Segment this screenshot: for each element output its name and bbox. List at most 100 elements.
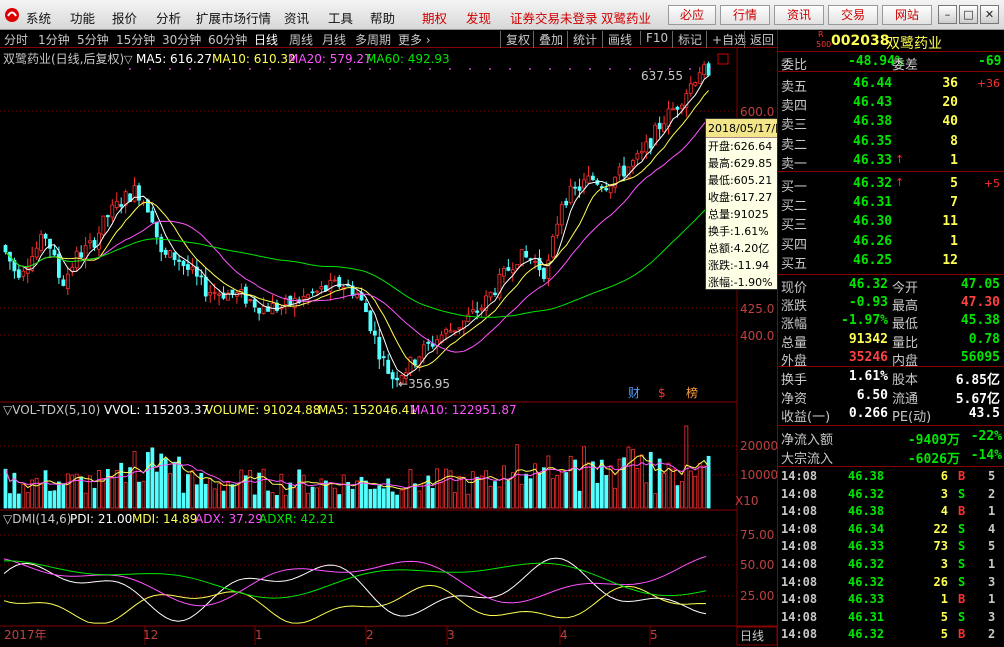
- stock-code: 002038: [831, 33, 890, 49]
- menu-tools[interactable]: 工具: [328, 8, 353, 27]
- event-marker-dot: [709, 68, 711, 70]
- period-tab-1min[interactable]: 1分钟: [38, 31, 70, 48]
- volume-bar: [475, 476, 480, 509]
- finance-marker[interactable]: 财: [628, 386, 640, 400]
- menu-options[interactable]: 期权: [422, 8, 447, 27]
- tick-row[interactable]: 14:08 46.38 6 B 5: [778, 469, 1004, 486]
- period-tab-weekly[interactable]: 周线: [289, 31, 313, 48]
- candle-body: [421, 344, 426, 359]
- buy-level-row[interactable]: 买三 46.30 11: [778, 213, 1004, 233]
- candle-body: [644, 141, 649, 153]
- period-tab-monthly[interactable]: 月线: [322, 31, 346, 48]
- tick-row[interactable]: 14:08 46.32 5 B 2: [778, 627, 1004, 644]
- mark-button[interactable]: 标记: [672, 31, 702, 48]
- adjust-button[interactable]: 复权: [500, 31, 530, 48]
- buy-level-row[interactable]: 买五 46.25 12: [778, 252, 1004, 272]
- ma60-label: MA60: 492.93: [366, 52, 450, 66]
- volume-bar: [88, 475, 92, 509]
- period-tab-15min[interactable]: 15分钟: [116, 31, 155, 48]
- volume-bar: [653, 493, 658, 509]
- tick-row[interactable]: 14:08 46.33 1 B 1: [778, 592, 1004, 609]
- ranking-marker[interactable]: 榜: [686, 385, 698, 400]
- candle-body: [586, 175, 591, 184]
- tick-row[interactable]: 14:08 46.34 22 S 4: [778, 522, 1004, 539]
- menu-extended-market[interactable]: 扩展市场行情: [196, 8, 271, 27]
- minimize-icon[interactable]: –: [938, 5, 957, 24]
- high-price-label: 637.55: [641, 69, 683, 83]
- period-tab-timeshare[interactable]: 分时: [4, 31, 28, 48]
- maximize-icon[interactable]: □: [959, 5, 978, 24]
- overlay-button[interactable]: 叠加: [533, 31, 563, 48]
- candle-body: [591, 175, 595, 181]
- volume-bar: [257, 472, 262, 509]
- tick-row[interactable]: 14:08 46.32 26 S 3: [778, 575, 1004, 592]
- quick-news-button[interactable]: 资讯: [774, 5, 824, 25]
- volume-bar: [252, 494, 257, 509]
- buy-level-row[interactable]: 买一 46.32 5 ↑ +5: [778, 175, 1004, 195]
- sell-level-row[interactable]: 卖四 46.43 20: [778, 94, 1004, 114]
- tick-list[interactable]: 14:08 46.38 6 B 5 14:08 46.32 3 S 2 14:0…: [778, 468, 1004, 647]
- period-tab-30min[interactable]: 30分钟: [162, 31, 201, 48]
- close-icon[interactable]: ✕: [980, 5, 999, 24]
- candle-body: [230, 289, 235, 295]
- period-tab-60min[interactable]: 60分钟: [208, 31, 247, 48]
- add-watchlist-button[interactable]: +自选: [706, 31, 746, 48]
- sell-level-row[interactable]: 卖二 46.35 8: [778, 133, 1004, 153]
- back-button[interactable]: 返回: [744, 31, 774, 48]
- volume-unit-label: X10: [735, 494, 759, 508]
- sell-level-row[interactable]: 卖三 46.38 40: [778, 113, 1004, 133]
- volume-bar: [283, 494, 288, 509]
- candle-body: [680, 104, 684, 109]
- menu-discover[interactable]: 发现: [466, 8, 491, 27]
- tick-row[interactable]: 14:08 46.31 5 S 3: [778, 610, 1004, 627]
- quote-stats: 现价 46.32 今开 47.05 涨跌 -0.93 最高 47.30 涨幅 -…: [778, 275, 1004, 369]
- menu-analysis[interactable]: 分析: [156, 8, 181, 27]
- draw-line-button[interactable]: 画线: [602, 31, 632, 48]
- menu-quote[interactable]: 报价: [112, 8, 137, 27]
- volume-bar: [555, 475, 560, 509]
- tick-time: 14:08: [781, 627, 818, 642]
- menu-info[interactable]: 资讯: [284, 8, 309, 27]
- quick-website-button[interactable]: 网站: [882, 5, 932, 25]
- stat-label: 外盘: [781, 353, 808, 369]
- vol-ma5-label: MA5: 152046.41: [318, 403, 417, 417]
- quick-trade-button[interactable]: 交易: [828, 5, 878, 25]
- menu-help[interactable]: 帮助: [370, 8, 395, 27]
- volume-bar: [631, 449, 635, 509]
- tick-row[interactable]: 14:08 46.32 3 S 1: [778, 557, 1004, 574]
- volume-bar: [439, 482, 444, 509]
- x-axis-label-3: 3: [447, 628, 455, 642]
- tick-row[interactable]: 14:08 46.32 3 S 2: [778, 487, 1004, 504]
- f10-button[interactable]: F10: [640, 31, 668, 45]
- menu-function[interactable]: 功能: [70, 8, 95, 27]
- quick-market-button[interactable]: 行情: [720, 5, 770, 25]
- tick-volume: 6: [940, 469, 948, 483]
- sell-change: +36: [976, 77, 1000, 90]
- chart-area[interactable]: 双鹭药业(日线,后复权) ▽ MA5: 616.27 MA10: 610.32 …: [0, 48, 777, 647]
- candle-body: [172, 252, 177, 261]
- stock-header[interactable]: R 500 002038 双鹭药业: [778, 30, 1004, 52]
- period-tab-multi[interactable]: 多周期: [355, 31, 391, 48]
- period-tab-daily[interactable]: 日线: [254, 31, 278, 48]
- statistics-button[interactable]: 统计: [567, 31, 597, 48]
- period-tab-5min[interactable]: 5分钟: [77, 31, 109, 48]
- sell-level-row[interactable]: 卖一 46.33 1 ↑: [778, 152, 1004, 172]
- sell-level-row[interactable]: 卖五 46.44 36 +36: [778, 75, 1004, 95]
- quick-bing-button[interactable]: 必应: [668, 5, 716, 25]
- index-badge: 500: [816, 40, 832, 49]
- period-tab-more[interactable]: 更多 ›: [398, 31, 431, 48]
- buy-level-row[interactable]: 买二 46.31 7: [778, 194, 1004, 214]
- event-marker-dot: [549, 68, 551, 70]
- candle-body: [88, 240, 92, 244]
- tick-row[interactable]: 14:08 46.38 4 B 1: [778, 504, 1004, 521]
- stat-value: 56095: [960, 349, 1000, 365]
- buy-level-row[interactable]: 买四 46.26 1: [778, 233, 1004, 253]
- flow-label: 大宗流入: [781, 452, 834, 467]
- menu-system[interactable]: 系统: [26, 8, 51, 27]
- candle-body: [479, 307, 484, 311]
- tick-row[interactable]: 14:08 46.33 73 S 5: [778, 539, 1004, 556]
- volume-bar: [408, 469, 413, 509]
- event-marker-dot: [289, 68, 291, 70]
- candle-body: [613, 176, 618, 188]
- dollar-marker[interactable]: $: [658, 386, 666, 400]
